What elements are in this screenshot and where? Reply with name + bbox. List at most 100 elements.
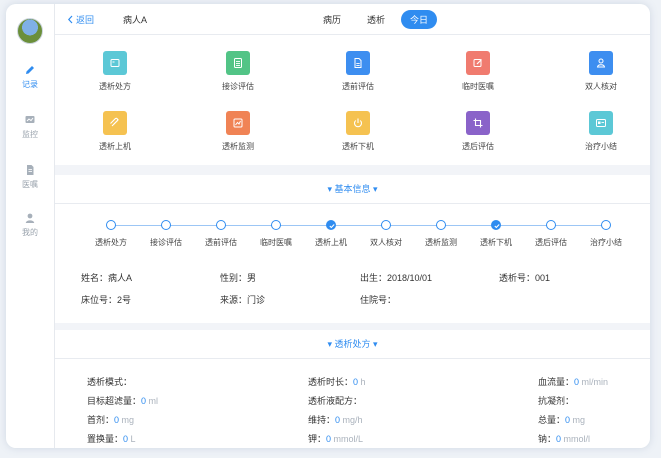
action-pre-assessment[interactable]: 透前评估: [318, 51, 398, 92]
field-value: 0: [114, 415, 120, 425]
action-treatment-summary[interactable]: 治疗小结: [561, 111, 641, 152]
section-header[interactable]: ▾ 基本信息 ▾: [55, 175, 650, 204]
action-grid: 透析处方 接诊评估 透前评估 临时医嘱 双人核对 透析上机 透析监测 透析下机 …: [55, 35, 650, 165]
field-label: 性别：: [220, 273, 248, 283]
step-node[interactable]: [601, 220, 611, 230]
tab-bar: 病历 透析 今日: [313, 10, 443, 29]
field-unit: ml/min: [581, 377, 609, 387]
sidebar-item-record[interactable]: 记录: [6, 64, 54, 90]
action-start-dialysis[interactable]: 透析上机: [75, 111, 155, 152]
action-label: 透析处方: [99, 82, 131, 91]
action-intake-assessment[interactable]: 接诊评估: [198, 51, 278, 92]
field-unit: mg/h: [342, 415, 363, 425]
field-unit: L: [130, 434, 136, 444]
field-label: 透析时长：: [308, 377, 354, 387]
sidebar-item-monitor[interactable]: 监控: [6, 114, 54, 140]
monitor-chart-icon: [226, 111, 250, 135]
field-unit: mmol/l: [563, 434, 591, 444]
field-value: 0: [574, 377, 580, 387]
rx-field-replacement: 置换量：0 L: [87, 432, 136, 445]
action-prescription[interactable]: 透析处方: [75, 51, 155, 92]
field-value: 0: [123, 434, 129, 444]
back-button[interactable]: 返回: [67, 13, 94, 26]
field-value: 门诊: [247, 295, 266, 305]
caret-down-icon: ▾: [327, 339, 332, 349]
monitor-icon: [25, 116, 35, 123]
rx-field-anticoagulant: 抗凝剂：: [538, 394, 574, 407]
field-gender: 性别：男: [220, 271, 256, 284]
crop-icon: [466, 111, 490, 135]
action-double-check[interactable]: 双人核对: [561, 51, 641, 92]
sidebar-item-label: 医嘱: [22, 180, 38, 189]
field-value: 0: [565, 415, 571, 425]
prescription-section: ▾ 透析处方 ▾ 透析模式： 透析时长：0 h 血流量：0 ml/min 目标超…: [55, 330, 650, 448]
action-end-dialysis[interactable]: 透析下机: [318, 111, 398, 152]
step-node[interactable]: [436, 220, 446, 230]
step-node-done[interactable]: [326, 220, 336, 230]
section-title: 透析处方: [334, 339, 371, 349]
action-label: 接诊评估: [222, 82, 254, 91]
rx-field-potassium: 钾：0 mmol/L: [308, 432, 363, 445]
step-node[interactable]: [106, 220, 116, 230]
card-icon: [589, 111, 613, 135]
tab-dialysis[interactable]: 透析: [357, 10, 395, 29]
tag-icon: [103, 111, 127, 135]
step-node[interactable]: [161, 220, 171, 230]
step-node-done[interactable]: [491, 220, 501, 230]
field-label: 维持：: [308, 415, 336, 425]
field-birth: 出生：2018/10/01: [360, 271, 432, 284]
checklist-icon: [226, 51, 250, 75]
step-label: 透析处方: [95, 238, 127, 247]
field-label: 目标超滤量：: [87, 396, 142, 406]
step-label: 透前评估: [205, 238, 237, 247]
basic-info-section: ▾ 基本信息 ▾ 透析处方 接诊评估 透前评估 临时医嘱 透析上机 双人核对 透…: [55, 175, 650, 323]
field-label: 抗凝剂：: [538, 396, 575, 406]
action-label: 透析下机: [342, 142, 374, 151]
action-dialysis-monitoring[interactable]: 透析监测: [198, 111, 278, 152]
step-node[interactable]: [271, 220, 281, 230]
field-label: 透析模式：: [87, 377, 133, 387]
action-label: 临时医嘱: [462, 82, 494, 91]
tab-records[interactable]: 病历: [313, 10, 351, 29]
step-node[interactable]: [546, 220, 556, 230]
prescription-icon: [103, 51, 127, 75]
action-label: 透析上机: [99, 142, 131, 151]
sidebar-item-label: 监控: [22, 130, 38, 139]
action-label: 双人核对: [585, 82, 617, 91]
field-value: 0: [335, 415, 341, 425]
sidebar-item-mine[interactable]: 我的: [6, 212, 54, 238]
field-label: 总量：: [538, 415, 566, 425]
step-node[interactable]: [381, 220, 391, 230]
action-post-assessment[interactable]: 透后评估: [438, 111, 518, 152]
sidebar-item-orders[interactable]: 医嘱: [6, 164, 54, 190]
action-label: 透析监测: [222, 142, 254, 151]
rx-field-total: 总量：0 mg: [538, 413, 585, 426]
field-value: 001: [535, 273, 551, 283]
step-node[interactable]: [216, 220, 226, 230]
field-unit: ml: [148, 396, 159, 406]
rx-field-first-dose: 首剂：0 mg: [87, 413, 134, 426]
rx-field-dialysate: 透析液配方：: [308, 394, 362, 407]
document-icon: [27, 165, 34, 175]
back-label: 返回: [76, 15, 95, 25]
field-value: 病人A: [108, 273, 133, 283]
section-header[interactable]: ▾ 透析处方 ▾: [55, 330, 650, 359]
field-label: 透析液配方：: [308, 396, 363, 406]
file-icon: [346, 51, 370, 75]
rx-field-sodium: 钠：0 mmol/l: [538, 432, 590, 445]
field-value: 2号: [117, 295, 132, 305]
check-icon: [493, 223, 500, 228]
field-unit: mg: [572, 415, 586, 425]
patient-name: 病人A: [123, 15, 148, 25]
tab-today[interactable]: 今日: [401, 10, 438, 29]
rx-field-mode: 透析模式：: [87, 375, 132, 388]
field-value: 0: [326, 434, 332, 444]
app-window: 记录 监控 医嘱 我的 返回 病人A 病历 透析 今日 透析处方 接诊评估 透前…: [6, 4, 650, 448]
avatar[interactable]: [17, 18, 43, 44]
field-bed-no: 床位号：2号: [81, 293, 131, 306]
field-label: 钾：: [308, 434, 327, 444]
field-admission-no: 住院号：: [360, 293, 396, 306]
step-label: 透析上机: [315, 238, 347, 247]
action-temp-orders[interactable]: 临时医嘱: [438, 51, 518, 92]
field-value: 0: [556, 434, 562, 444]
